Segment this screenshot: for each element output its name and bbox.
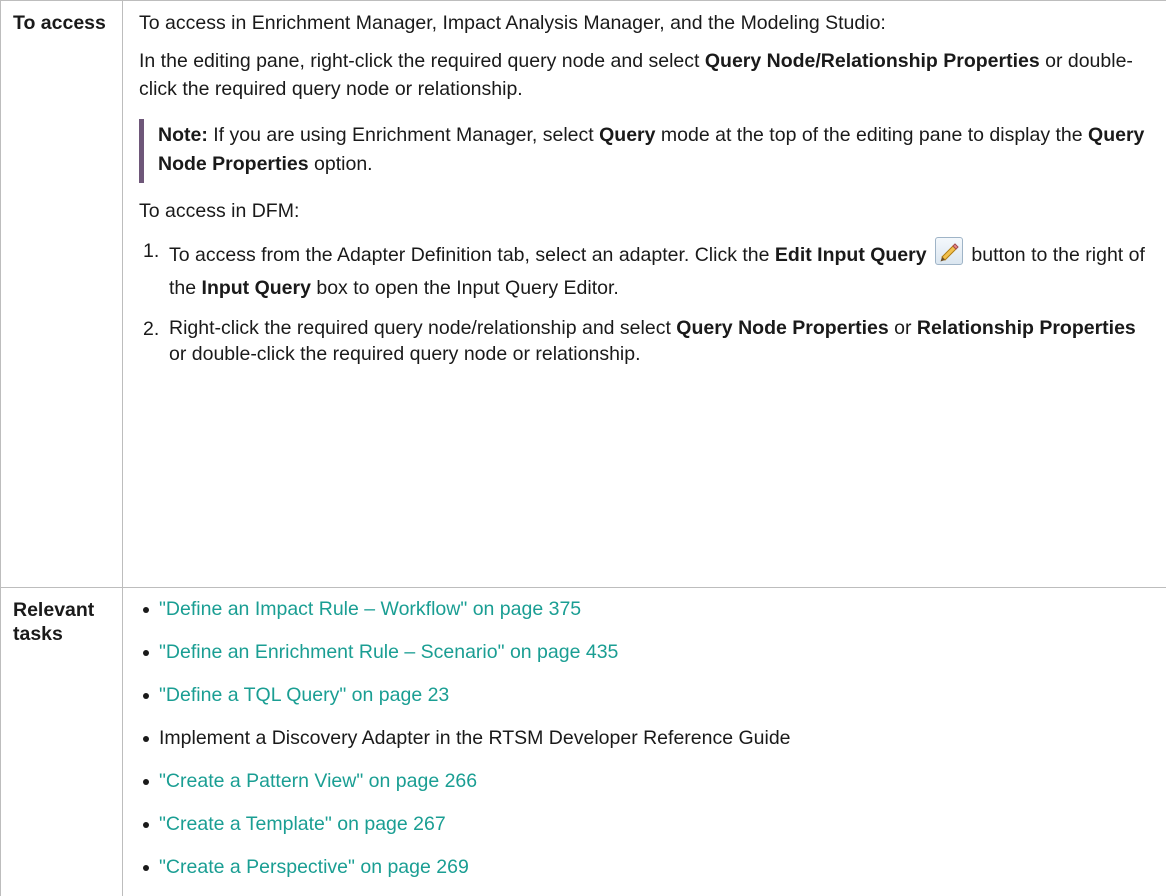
access-label: To access — [1, 1, 123, 588]
tasks-content: "Define an Impact Rule – Workflow" on pa… — [123, 588, 1166, 896]
list-item: "Define a TQL Query" on page 23 — [139, 681, 1156, 709]
dfm-intro: To access in DFM: — [139, 197, 1156, 225]
step-text: To access from the Adapter Definition ta… — [169, 237, 1156, 305]
note-text: Note: If you are using Enrichment Manage… — [158, 121, 1156, 179]
task-link[interactable]: "Create a Pattern View" on page 266 — [159, 770, 477, 792]
task-link[interactable]: "Define an Enrichment Rule – Scenario" o… — [159, 641, 618, 663]
list-item: "Define an Impact Rule – Workflow" on pa… — [139, 595, 1156, 623]
tasks-row: Relevant tasks "Define an Impact Rule – … — [1, 588, 1166, 896]
step-number: 1. — [143, 237, 159, 265]
list-item: "Create a Pattern View" on page 266 — [139, 767, 1156, 795]
list-item: "Define an Enrichment Rule – Scenario" o… — [139, 638, 1156, 666]
step-number: 2. — [143, 315, 159, 343]
step-item: 1. To access from the Adapter Definition… — [139, 237, 1156, 305]
step-text: Right-click the required query node/rela… — [169, 315, 1156, 367]
task-link[interactable]: "Create a Perspective" on page 269 — [159, 856, 469, 878]
note-block: Note: If you are using Enrichment Manage… — [139, 119, 1156, 183]
tasks-list: "Define an Impact Rule – Workflow" on pa… — [139, 595, 1156, 881]
step-item: 2. Right-click the required query node/r… — [139, 315, 1156, 367]
dfm-steps: 1. To access from the Adapter Definition… — [139, 237, 1156, 367]
list-item: "Create a Perspective" on page 269 — [139, 853, 1156, 881]
list-item: "Create a Template" on page 267 — [139, 810, 1156, 838]
reference-table: To access To access in Enrichment Manage… — [0, 0, 1166, 896]
pencil-icon — [935, 237, 963, 265]
list-item: Implement a Discovery Adapter in the RTS… — [139, 724, 1156, 752]
note-label: Note: — [158, 124, 208, 146]
access-row: To access To access in Enrichment Manage… — [1, 1, 1166, 588]
editing-pane-paragraph: In the editing pane, right-click the req… — [139, 47, 1156, 103]
task-link[interactable]: "Define an Impact Rule – Workflow" on pa… — [159, 598, 581, 620]
access-intro: To access in Enrichment Manager, Impact … — [139, 9, 1156, 37]
tasks-label: Relevant tasks — [1, 588, 123, 896]
task-text: Implement a Discovery Adapter in the RTS… — [159, 727, 791, 749]
access-content: To access in Enrichment Manager, Impact … — [123, 1, 1166, 588]
task-link[interactable]: "Create a Template" on page 267 — [159, 813, 446, 835]
task-link[interactable]: "Define a TQL Query" on page 23 — [159, 684, 449, 706]
